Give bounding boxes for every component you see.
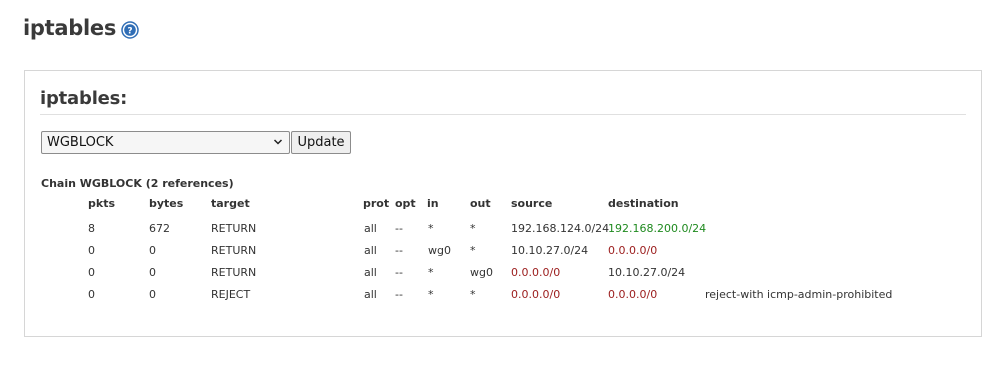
cell-bytes: 0 — [149, 244, 156, 257]
cell-out: * — [470, 244, 476, 257]
chevron-down-icon — [273, 139, 283, 145]
cell-pkts: 0 — [88, 288, 95, 301]
cell-opt: -- — [395, 266, 403, 279]
update-button[interactable]: Update — [291, 131, 351, 154]
cell-pkts: 8 — [88, 222, 95, 235]
divider — [40, 114, 966, 115]
cell-target: REJECT — [211, 288, 251, 301]
cell-source: 192.168.124.0/24 — [511, 222, 610, 235]
iptables-panel: iptables: WGBLOCK Update Chain WGBLOCK (… — [24, 70, 982, 337]
cell-source: 0.0.0.0/0 — [511, 266, 561, 279]
table-row: 0 0 RETURN all -- * wg0 0.0.0.0/0 10.10.… — [25, 266, 983, 288]
column-header-pkts: pkts — [88, 197, 115, 210]
column-header-prot: prot — [363, 197, 390, 210]
table-row: 0 0 RETURN all -- wg0 * 10.10.27.0/24 0.… — [25, 244, 983, 266]
table-row: 0 0 REJECT all -- * * 0.0.0.0/0 0.0.0.0/… — [25, 288, 983, 310]
cell-in: * — [428, 222, 434, 235]
cell-prot: all — [364, 266, 377, 279]
cell-in: wg0 — [428, 244, 451, 257]
section-title: iptables: — [40, 88, 128, 109]
svg-text:?: ? — [127, 26, 132, 36]
cell-source: 0.0.0.0/0 — [511, 288, 561, 301]
cell-destination: 192.168.200.0/24 — [608, 222, 707, 235]
table-row: 8 672 RETURN all -- * * 192.168.124.0/24… — [25, 222, 983, 244]
cell-opt: -- — [395, 222, 403, 235]
cell-destination: 0.0.0.0/0 — [608, 288, 658, 301]
chain-header: Chain WGBLOCK (2 references) — [41, 177, 234, 190]
cell-prot: all — [364, 222, 377, 235]
column-header-destination: destination — [608, 197, 679, 210]
cell-destination: 10.10.27.0/24 — [608, 266, 686, 279]
cell-pkts: 0 — [88, 266, 95, 279]
cell-target: RETURN — [211, 244, 257, 257]
cell-prot: all — [364, 288, 377, 301]
cell-source: 10.10.27.0/24 — [511, 244, 589, 257]
chain-select-value: WGBLOCK — [47, 135, 114, 150]
cell-prot: all — [364, 244, 377, 257]
help-icon[interactable]: ? — [121, 21, 139, 39]
column-header-target: target — [211, 197, 250, 210]
column-header-out: out — [470, 197, 491, 210]
cell-target: RETURN — [211, 222, 257, 235]
cell-in: * — [428, 266, 434, 279]
cell-pkts: 0 — [88, 244, 95, 257]
cell-bytes: 0 — [149, 288, 156, 301]
cell-bytes: 672 — [149, 222, 170, 235]
cell-target: RETURN — [211, 266, 257, 279]
cell-out: wg0 — [470, 266, 493, 279]
cell-opt: -- — [395, 288, 403, 301]
page-title: iptables — [23, 16, 117, 40]
cell-in: * — [428, 288, 434, 301]
cell-bytes: 0 — [149, 266, 156, 279]
cell-opt: -- — [395, 244, 403, 257]
cell-extra: reject-with icmp-admin-prohibited — [705, 288, 893, 301]
chain-select[interactable]: WGBLOCK — [41, 131, 290, 154]
column-header-source: source — [511, 197, 553, 210]
cell-out: * — [470, 222, 476, 235]
column-header-bytes: bytes — [149, 197, 184, 210]
cell-destination: 0.0.0.0/0 — [608, 244, 658, 257]
cell-out: * — [470, 288, 476, 301]
column-header-in: in — [427, 197, 439, 210]
column-header-opt: opt — [395, 197, 416, 210]
